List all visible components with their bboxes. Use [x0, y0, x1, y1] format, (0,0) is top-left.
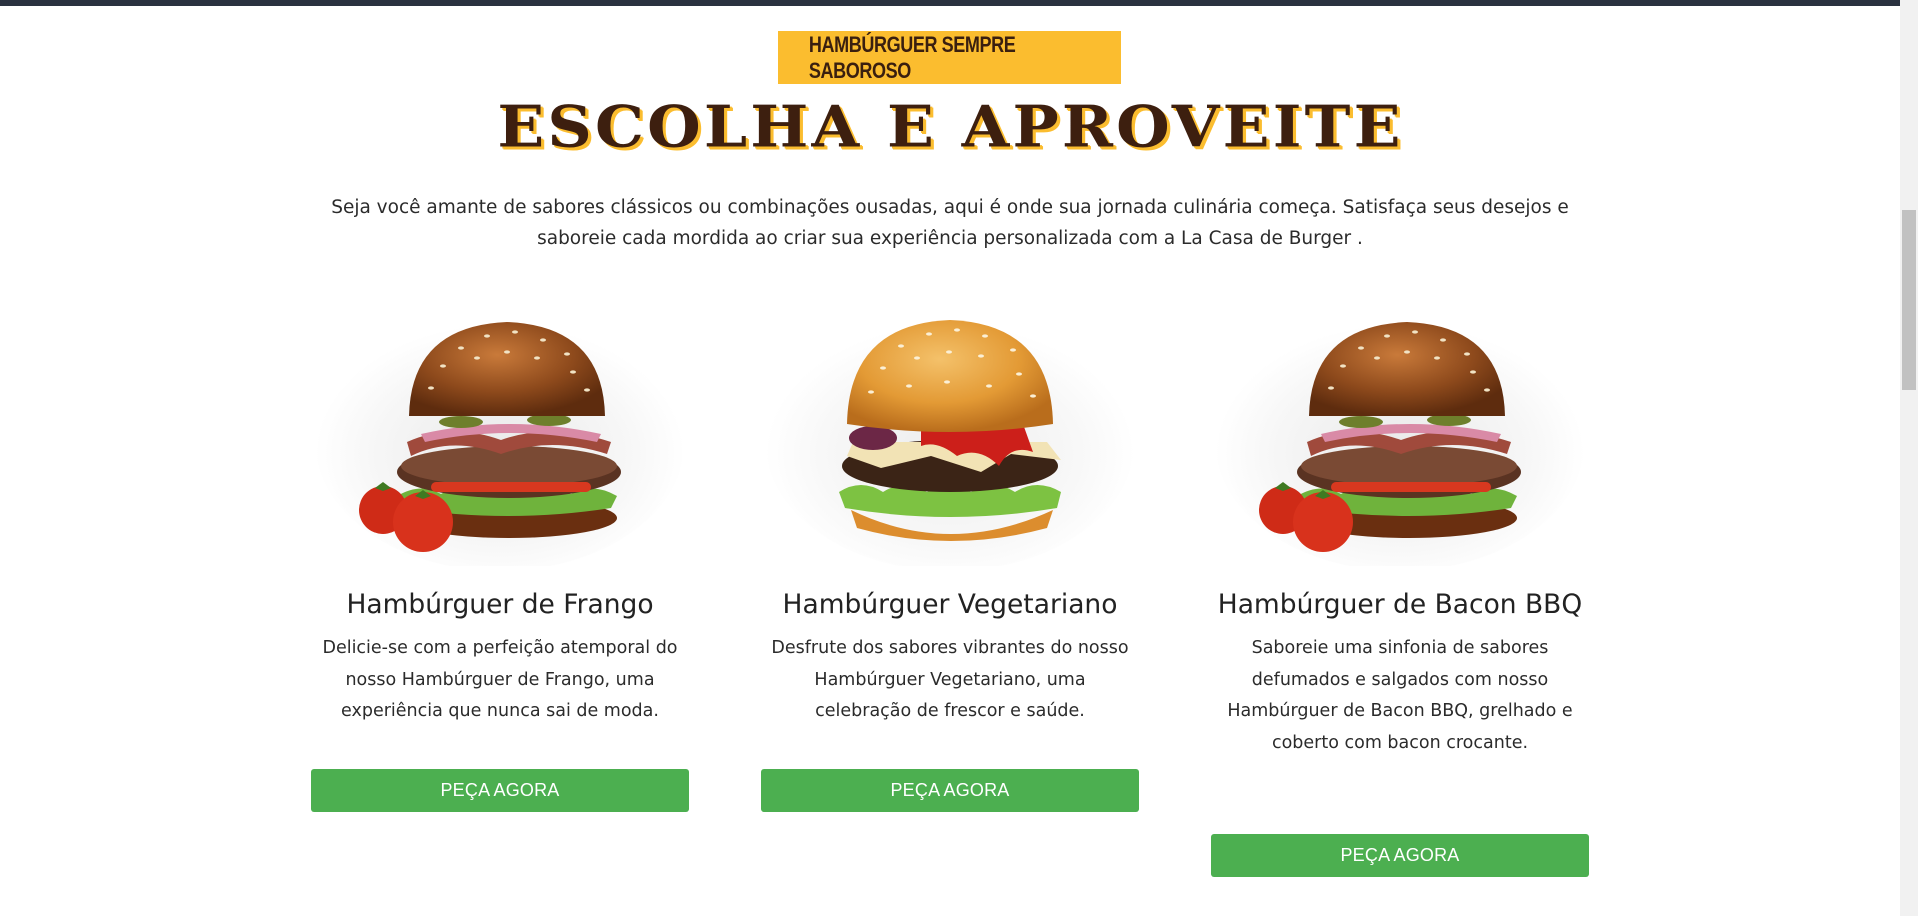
card-title: Hambúrguer Vegetariano	[782, 589, 1118, 620]
order-now-button[interactable]: PEÇA AGORA	[761, 769, 1139, 812]
bacon-burger-image	[1215, 311, 1585, 566]
card-description: Desfrute dos sabores vibrantes do nosso …	[771, 638, 1129, 721]
product-card-vegetariano: Hambúrguer Vegetariano Desfrute dos sabo…	[761, 296, 1139, 812]
section-title: ESCOLHA E APROVEITE	[0, 98, 1900, 156]
burger-image	[311, 296, 689, 566]
burger-image	[1211, 296, 1589, 566]
card-description: Delicie-se com a perfeição atemporal do …	[322, 638, 678, 721]
vertical-scrollbar[interactable]	[1900, 0, 1918, 916]
section-tagline-badge: HAMBÚRGUER SEMPRE SABOROSO	[778, 31, 1121, 84]
burger-image	[761, 296, 1139, 566]
order-now-button[interactable]: PEÇA AGORA	[311, 769, 689, 812]
product-card-frango: Hambúrguer de Frango Delicie-se com a pe…	[311, 296, 689, 812]
cheese-ketchup-burger-image	[765, 311, 1135, 566]
section-tagline-text: HAMBÚRGUER SEMPRE SABOROSO	[808, 31, 1016, 83]
section-title-text: ESCOLHA E APROVEITE	[496, 93, 1404, 161]
card-title: Hambúrguer de Bacon BBQ	[1217, 589, 1583, 620]
bacon-burger-image	[315, 311, 685, 566]
product-card-bacon-bbq: Hambúrguer de Bacon BBQ Saboreie uma sin…	[1211, 296, 1589, 877]
section-intro-text: Seja você amante de sabores clássicos ou…	[331, 197, 1569, 249]
card-title: Hambúrguer de Frango	[346, 589, 654, 620]
scrollbar-thumb[interactable]	[1902, 210, 1916, 390]
card-description: Saboreie uma sinfonia de sabores defumad…	[1227, 638, 1573, 753]
menu-section: HAMBÚRGUER SEMPRE SABOROSO ESCOLHA E APR…	[0, 6, 1900, 916]
order-now-button[interactable]: PEÇA AGORA	[1211, 834, 1589, 877]
